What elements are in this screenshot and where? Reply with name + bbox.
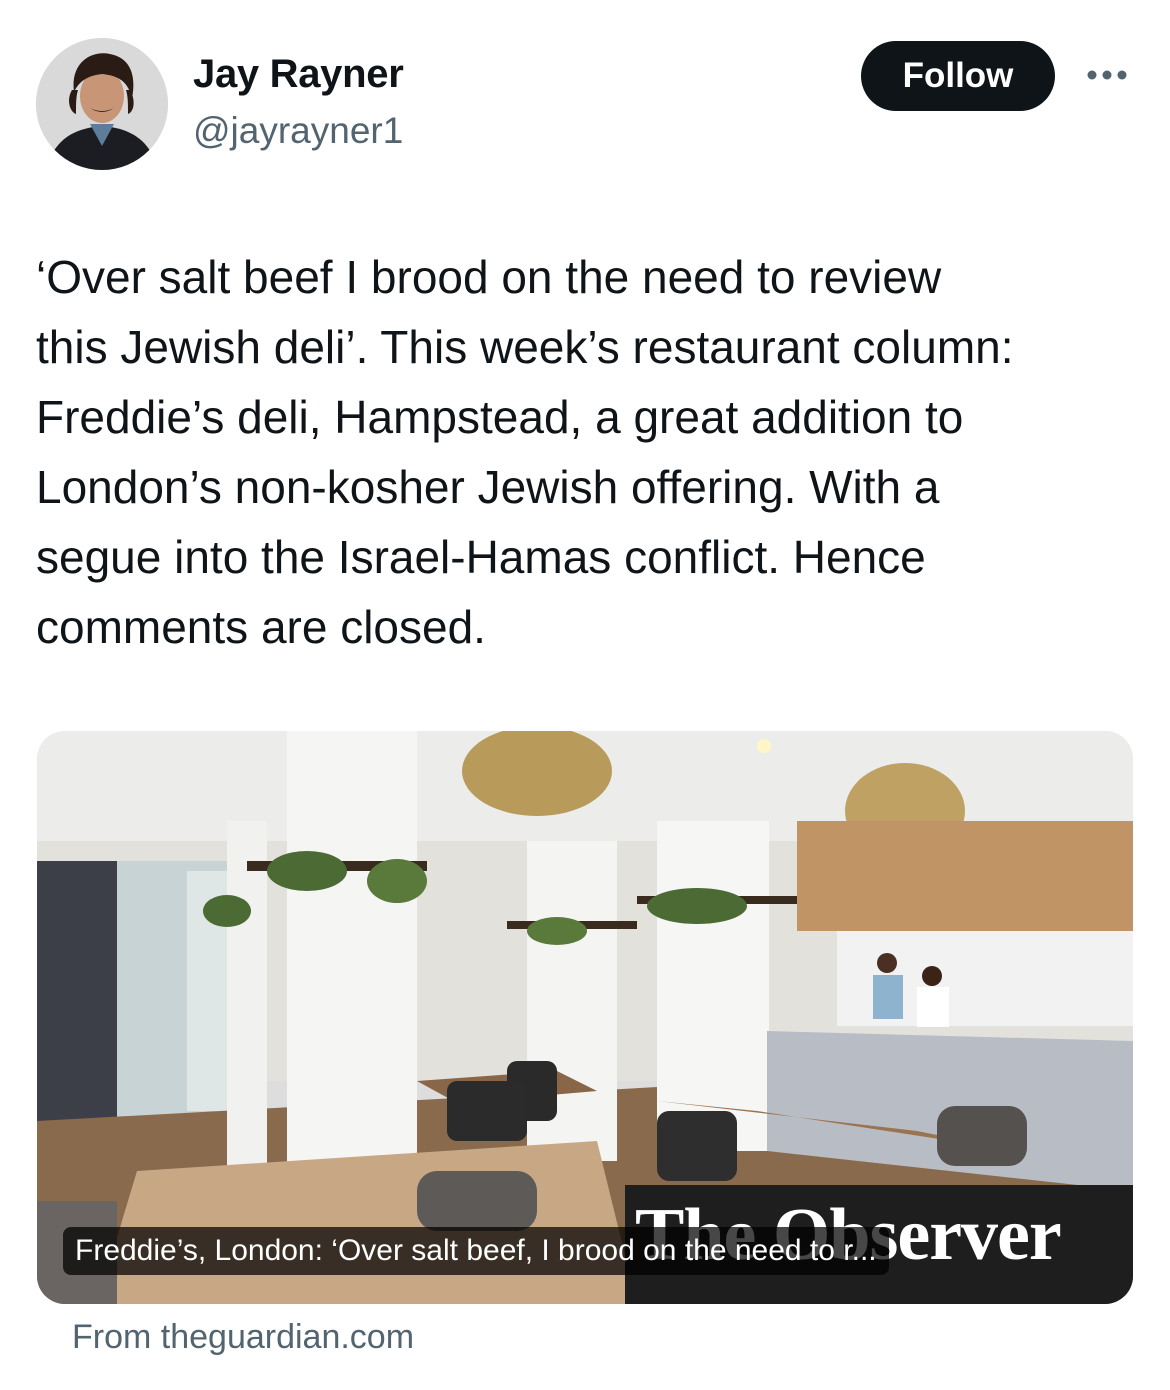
person-portrait-icon — [36, 38, 168, 170]
link-card[interactable]: The Observer Freddie’s, London: ‘Over sa… — [37, 731, 1133, 1304]
author-name[interactable]: Jay Rayner — [193, 52, 404, 97]
author-avatar[interactable] — [36, 38, 168, 170]
card-source[interactable]: From theguardian.com — [72, 1318, 414, 1357]
card-caption[interactable]: Freddie’s, London: ‘Over salt beef, I br… — [63, 1227, 889, 1275]
follow-button[interactable]: Follow — [861, 41, 1055, 111]
tweet-text: ‘Over salt beef I brood on the need to r… — [36, 251, 1014, 653]
ellipsis-icon[interactable] — [1084, 58, 1130, 92]
author-handle[interactable]: @jayrayner1 — [193, 110, 403, 152]
